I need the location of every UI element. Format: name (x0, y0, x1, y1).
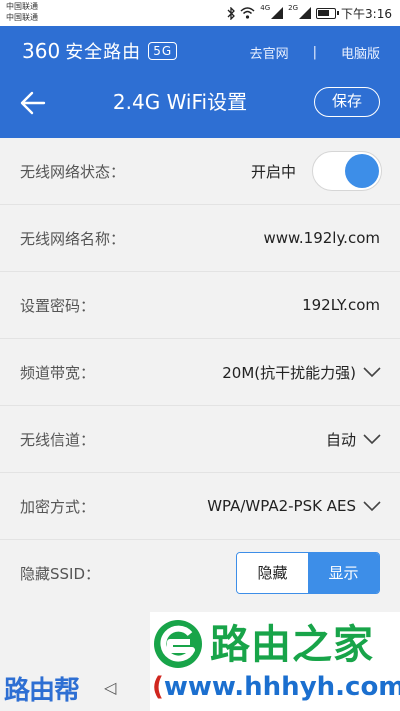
wifi-icon (240, 7, 255, 19)
save-button[interactable]: 保存 (314, 87, 380, 117)
settings-list: 无线网络状态： 开启中 无线网络名称： www.192ly.com 设置密码： … (0, 138, 400, 607)
encryption-select[interactable]: WPA/WPA2-PSK AES (207, 496, 382, 516)
ssid-label: 无线网络名称： (20, 229, 126, 248)
row-ssid[interactable]: 无线网络名称： www.192ly.com (0, 205, 400, 272)
row-password[interactable]: 设置密码： 192LY.com (0, 272, 400, 339)
row-hide-ssid: 隐藏SSID： 隐藏 显示 (0, 540, 400, 607)
show-option-button[interactable]: 显示 (308, 553, 379, 593)
password-label: 设置密码： (20, 296, 96, 315)
bandwidth-select[interactable]: 20M(抗干扰能力强) (222, 362, 382, 383)
bandwidth-value: 20M(抗干扰能力强) (222, 363, 356, 382)
bandwidth-label: 频道带宽： (20, 363, 96, 382)
row-channel[interactable]: 无线信道： 自动 (0, 406, 400, 473)
watermark-url: (www.hhhyh.com (152, 672, 400, 702)
clock: 下午3:16 (341, 6, 392, 21)
battery-fill (318, 9, 330, 16)
row-bandwidth[interactable]: 频道带宽： 20M(抗干扰能力强) (0, 339, 400, 406)
page-title: 2.4G WiFi设置 (112, 90, 248, 114)
brand-logo: 360 安全路由 5G (22, 38, 178, 64)
brand-text: 安全路由 (65, 42, 142, 63)
wifi-status-control: 开启中 (251, 151, 382, 191)
watermark-url-text: www.hhhyh.com (163, 672, 400, 702)
official-site-link[interactable]: 去官网 (250, 43, 289, 62)
hide-ssid-label: 隐藏SSID： (20, 564, 101, 583)
channel-label: 无线信道： (20, 430, 96, 449)
chevron-down-icon (363, 501, 381, 512)
channel-select[interactable]: 自动 (326, 429, 382, 450)
hide-option-button[interactable]: 隐藏 (237, 553, 308, 593)
signal-1-icon (271, 7, 284, 19)
wifi-status-label: 无线网络状态： (20, 162, 126, 181)
chevron-down-icon (363, 434, 381, 445)
row-encryption[interactable]: 加密方式： WPA/WPA2-PSK AES (0, 473, 400, 540)
helper-watermark: 路由帮 (4, 676, 80, 706)
encryption-value: WPA/WPA2-PSK AES (207, 497, 356, 515)
encryption-label: 加密方式： (20, 497, 96, 516)
chevron-down-icon (363, 367, 381, 378)
toggle-knob (345, 154, 379, 188)
link-separator: | (312, 45, 317, 60)
ssid-value[interactable]: www.192ly.com (263, 229, 380, 247)
battery-icon (316, 7, 340, 19)
watermark-paren: ( (152, 672, 164, 702)
hide-ssid-segmented: 隐藏 显示 (236, 552, 380, 594)
signal-1-tag: 4G (260, 4, 271, 12)
wifi-toggle-switch[interactable] (312, 151, 382, 191)
wifi-status-value: 开启中 (250, 162, 296, 181)
bluetooth-icon (227, 6, 236, 20)
password-value[interactable]: 192LY.com (302, 296, 380, 314)
carrier-2: 中国联通 (6, 13, 38, 22)
status-bar: 中国联通 中国联通 4G 2G 下午3:16 (0, 0, 400, 26)
channel-value: 自动 (325, 430, 356, 449)
brand-number: 360 (22, 39, 61, 63)
watermark-logo-icon (154, 620, 202, 668)
nav-back-icon[interactable]: ◁ (104, 678, 116, 697)
signal-2-tag: 2G (288, 4, 299, 12)
row-wifi-status: 无线网络状态： 开启中 (0, 138, 400, 205)
pc-version-link[interactable]: 电脑版 (341, 43, 380, 62)
app-header: 360 安全路由 5G 去官网 | 电脑版 2.4G WiFi设置 保存 (0, 26, 400, 138)
brand-badge: 5G (148, 42, 178, 60)
top-links: 去官网 | 电脑版 (250, 43, 380, 62)
carrier-1: 中国联通 (6, 2, 38, 11)
watermark-title: 路由之家 (210, 622, 374, 668)
signal-2-icon (299, 7, 312, 19)
status-icons: 4G 2G 下午3:16 (227, 4, 392, 22)
